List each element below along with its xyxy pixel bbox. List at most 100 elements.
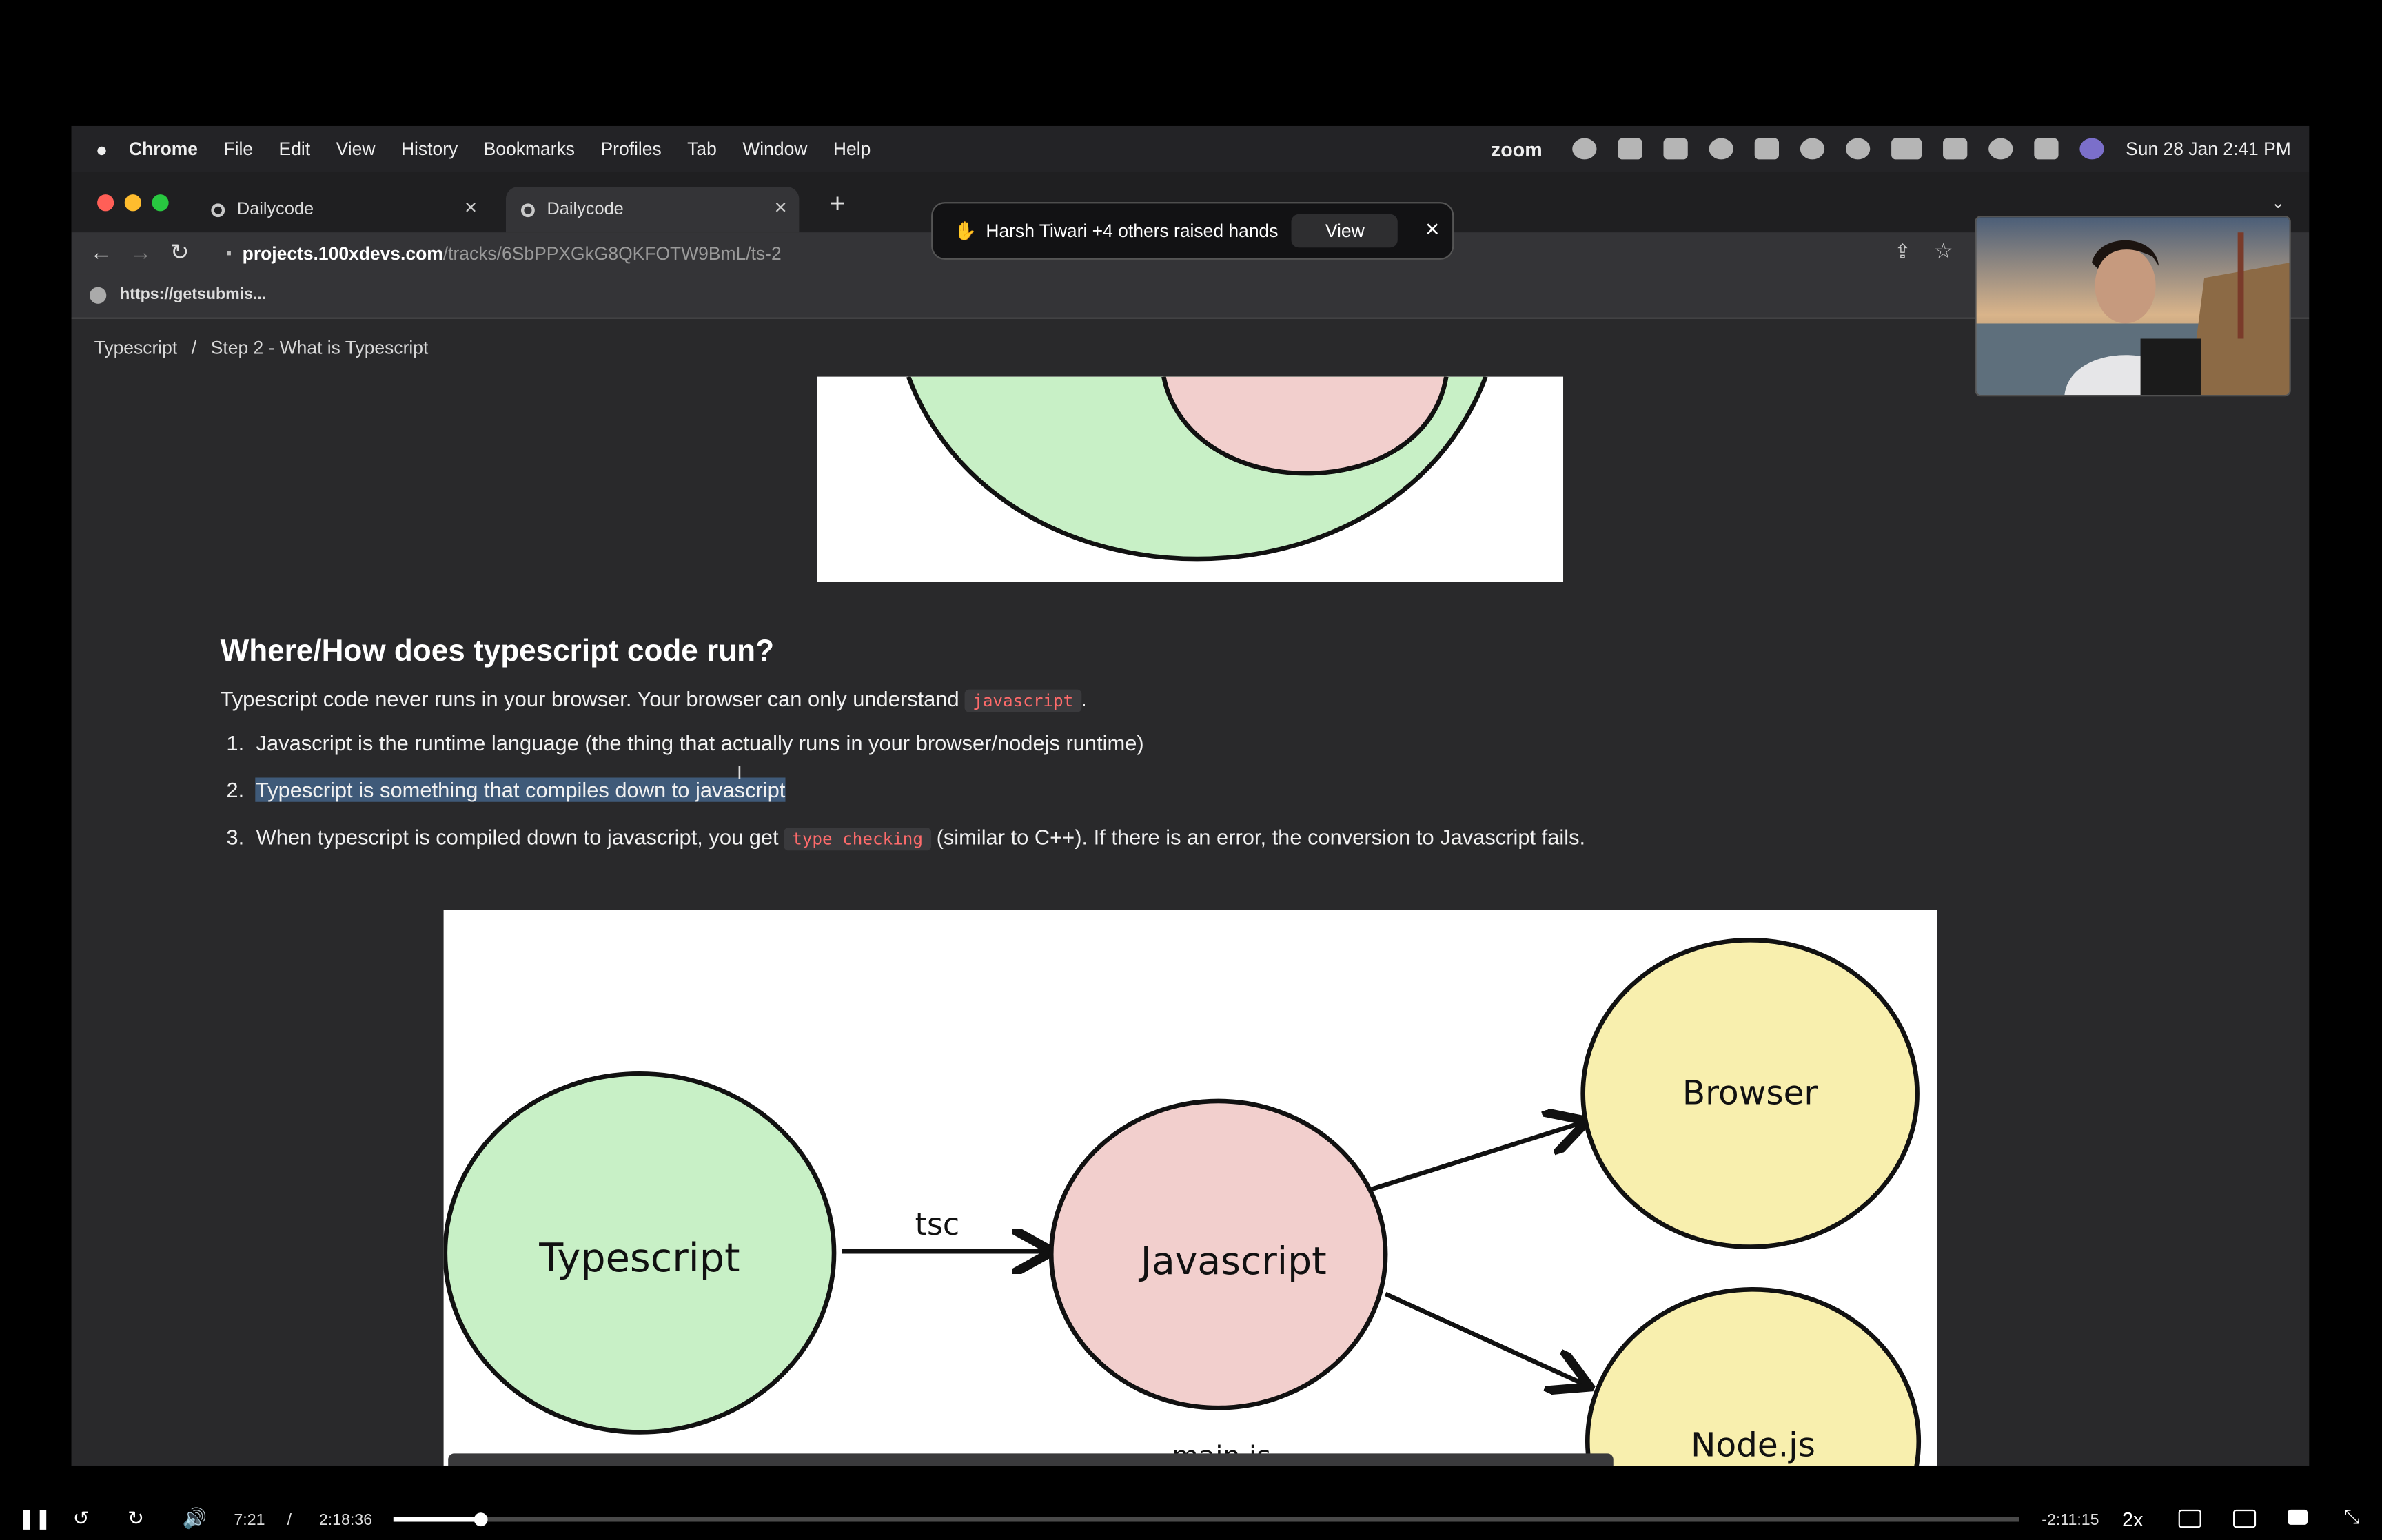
inline-code-type-checking: type checking [784, 828, 931, 851]
play-icon[interactable] [1800, 138, 1825, 160]
menu-edit[interactable]: Edit [279, 138, 311, 160]
globe-icon[interactable] [90, 287, 107, 304]
flow-svg: Typescript tsc Javascript Browser Node.j… [443, 938, 1922, 1466]
search-icon[interactable] [1988, 138, 2013, 160]
tab-label: Dailycode [547, 200, 624, 219]
menu-tab[interactable]: Tab [687, 138, 717, 160]
moon-icon[interactable] [1846, 138, 1871, 160]
menu-history[interactable]: History [401, 138, 458, 160]
breadcrumb-separator: / [191, 337, 197, 359]
duration: 2:18:36 [318, 1511, 373, 1530]
siri-icon[interactable] [2079, 138, 2105, 160]
wifi-icon[interactable] [1943, 138, 1968, 160]
section-heading: Where/How does typescript code run? [220, 635, 775, 668]
list-number: 1. [226, 730, 245, 755]
cloud-icon[interactable] [1709, 138, 1734, 160]
page-content: Typescript / Step 2 - What is Typescript… [71, 318, 2310, 1466]
list-item: 1. Javascript is the runtime language (t… [226, 730, 1143, 754]
close-tab-icon[interactable]: × [775, 194, 787, 218]
zoom-tray-label[interactable]: zoom [1491, 137, 1543, 160]
back-icon[interactable]: ← [90, 240, 112, 265]
view-button[interactable]: View [1292, 214, 1398, 248]
docker-icon[interactable] [1618, 138, 1643, 160]
javascript-node-label: Javascript [1139, 1239, 1327, 1283]
browser-node-label: Browser [1682, 1074, 1818, 1112]
video-player-controls: ❚❚ ↺ ↻ 🔊 7:21 / 2:18:36 -2:11:15 2x ⤡ [0, 1497, 2382, 1540]
screen-share: ● Chrome File Edit View History Bookmark… [71, 125, 2310, 1466]
picture-in-picture-icon[interactable] [2233, 1509, 2257, 1528]
nodejs-arrow [1384, 1291, 1586, 1385]
remaining-time: -2:11:15 [2042, 1511, 2099, 1530]
current-time: 7:21 [234, 1511, 265, 1530]
bookmark-getsubmis[interactable]: https://getsubmis... [120, 285, 266, 303]
pause-icon[interactable]: ❚❚ [18, 1506, 51, 1530]
time-separator: / [287, 1511, 292, 1530]
hd-quality-icon[interactable] [2288, 1509, 2308, 1525]
fast-forward-icon[interactable]: ↻ [128, 1506, 144, 1530]
seek-bar-progress [393, 1517, 480, 1522]
webcam-feed [1976, 217, 2290, 396]
volume-icon[interactable]: 🔊 [182, 1506, 207, 1530]
intro-paragraph: Typescript code never runs in your brows… [221, 686, 1087, 712]
url-path: /tracks/6SbPPXGkG8QKFOTW9BmL/ts-2 [442, 243, 782, 265]
share-icon[interactable]: ⇪ [1895, 240, 1911, 264]
rewind-icon[interactable]: ↺ [73, 1506, 90, 1530]
compile-flow-diagram: Typescript tsc Javascript Browser Node.j… [443, 910, 1937, 1466]
menu-bookmarks[interactable]: Bookmarks [484, 138, 575, 160]
list-text: When typescript is compiled down to java… [256, 824, 779, 850]
tab-search-chevron-icon[interactable]: ⌄ [2271, 193, 2285, 212]
forward-icon[interactable]: → [129, 240, 152, 265]
url-host: projects.100xdevs.com [242, 243, 443, 265]
new-tab-icon[interactable]: + [829, 188, 845, 220]
presenter-webcam [1975, 215, 2291, 397]
list-text: Javascript is the runtime language (the … [256, 730, 1144, 755]
control-center-icon[interactable] [2034, 138, 2059, 160]
reload-icon[interactable]: ↻ [170, 238, 190, 265]
list-text-selected[interactable]: Typescript is something that compiles do… [256, 777, 785, 802]
playback-speed-button[interactable]: 2x [2122, 1508, 2143, 1531]
lock-icon[interactable]: ▪ [226, 245, 232, 262]
floating-zoom-toolbar [448, 1453, 1614, 1466]
extension-icon[interactable] [1755, 138, 1780, 160]
close-tray-icon[interactable] [1664, 138, 1689, 160]
seek-bar-thumb[interactable] [474, 1512, 487, 1527]
exit-fullscreen-icon[interactable]: ⤡ [2344, 1505, 2360, 1529]
breadcrumb-current[interactable]: Step 2 - What is Typescript [211, 337, 429, 358]
breadcrumb-root[interactable]: Typescript [94, 337, 178, 358]
text-cursor-icon: Ⅰ [736, 762, 742, 784]
maximize-window-icon[interactable] [152, 194, 169, 212]
menu-view[interactable]: View [336, 138, 376, 160]
dismiss-notification-icon[interactable]: × [1425, 217, 1440, 245]
minimize-window-icon[interactable] [124, 194, 141, 212]
bookmarks-bar: https://getsubmis... [71, 274, 2310, 319]
mac-menubar: ● Chrome File Edit View History Bookmark… [71, 125, 2310, 172]
close-tab-icon[interactable]: × [465, 194, 477, 218]
tab-favicon [211, 203, 225, 217]
menu-file[interactable]: File [223, 138, 253, 160]
list-number: 3. [226, 824, 245, 850]
notification-text: Harsh Tiwari +4 others raised hands [986, 220, 1279, 242]
menu-chrome[interactable]: Chrome [129, 138, 198, 160]
menu-help[interactable]: Help [833, 138, 871, 160]
menu-profiles[interactable]: Profiles [601, 138, 662, 160]
tsc-edge-label: tsc [915, 1207, 959, 1242]
battery-icon[interactable] [1891, 138, 1922, 160]
sync-icon[interactable] [1572, 138, 1598, 160]
raised-hands-notification: ✋ Harsh Tiwari +4 others raised hands Vi… [931, 202, 1454, 260]
inline-code-javascript: javascript [965, 689, 1081, 712]
tab-dailycode-2[interactable]: Dailycode × [505, 187, 800, 233]
menu-window[interactable]: Window [742, 138, 807, 160]
browser-arrow [1371, 1122, 1582, 1191]
captions-icon[interactable] [2178, 1509, 2201, 1528]
list-item: 2. Typescript is something that compiles… [226, 777, 785, 802]
venn-svg [906, 376, 1488, 562]
close-window-icon[interactable] [97, 194, 114, 212]
tab-dailycode-1[interactable]: Dailycode × [196, 187, 489, 232]
seek-bar[interactable] [393, 1512, 2019, 1527]
menubar-clock[interactable]: Sun 28 Jan 2:41 PM [2126, 138, 2291, 160]
tab-favicon [521, 203, 535, 217]
bookmark-star-icon[interactable]: ☆ [1934, 238, 1953, 264]
apple-icon[interactable]: ● [96, 137, 108, 160]
list-number: 2. [226, 777, 245, 802]
tab-label: Dailycode [236, 200, 314, 219]
